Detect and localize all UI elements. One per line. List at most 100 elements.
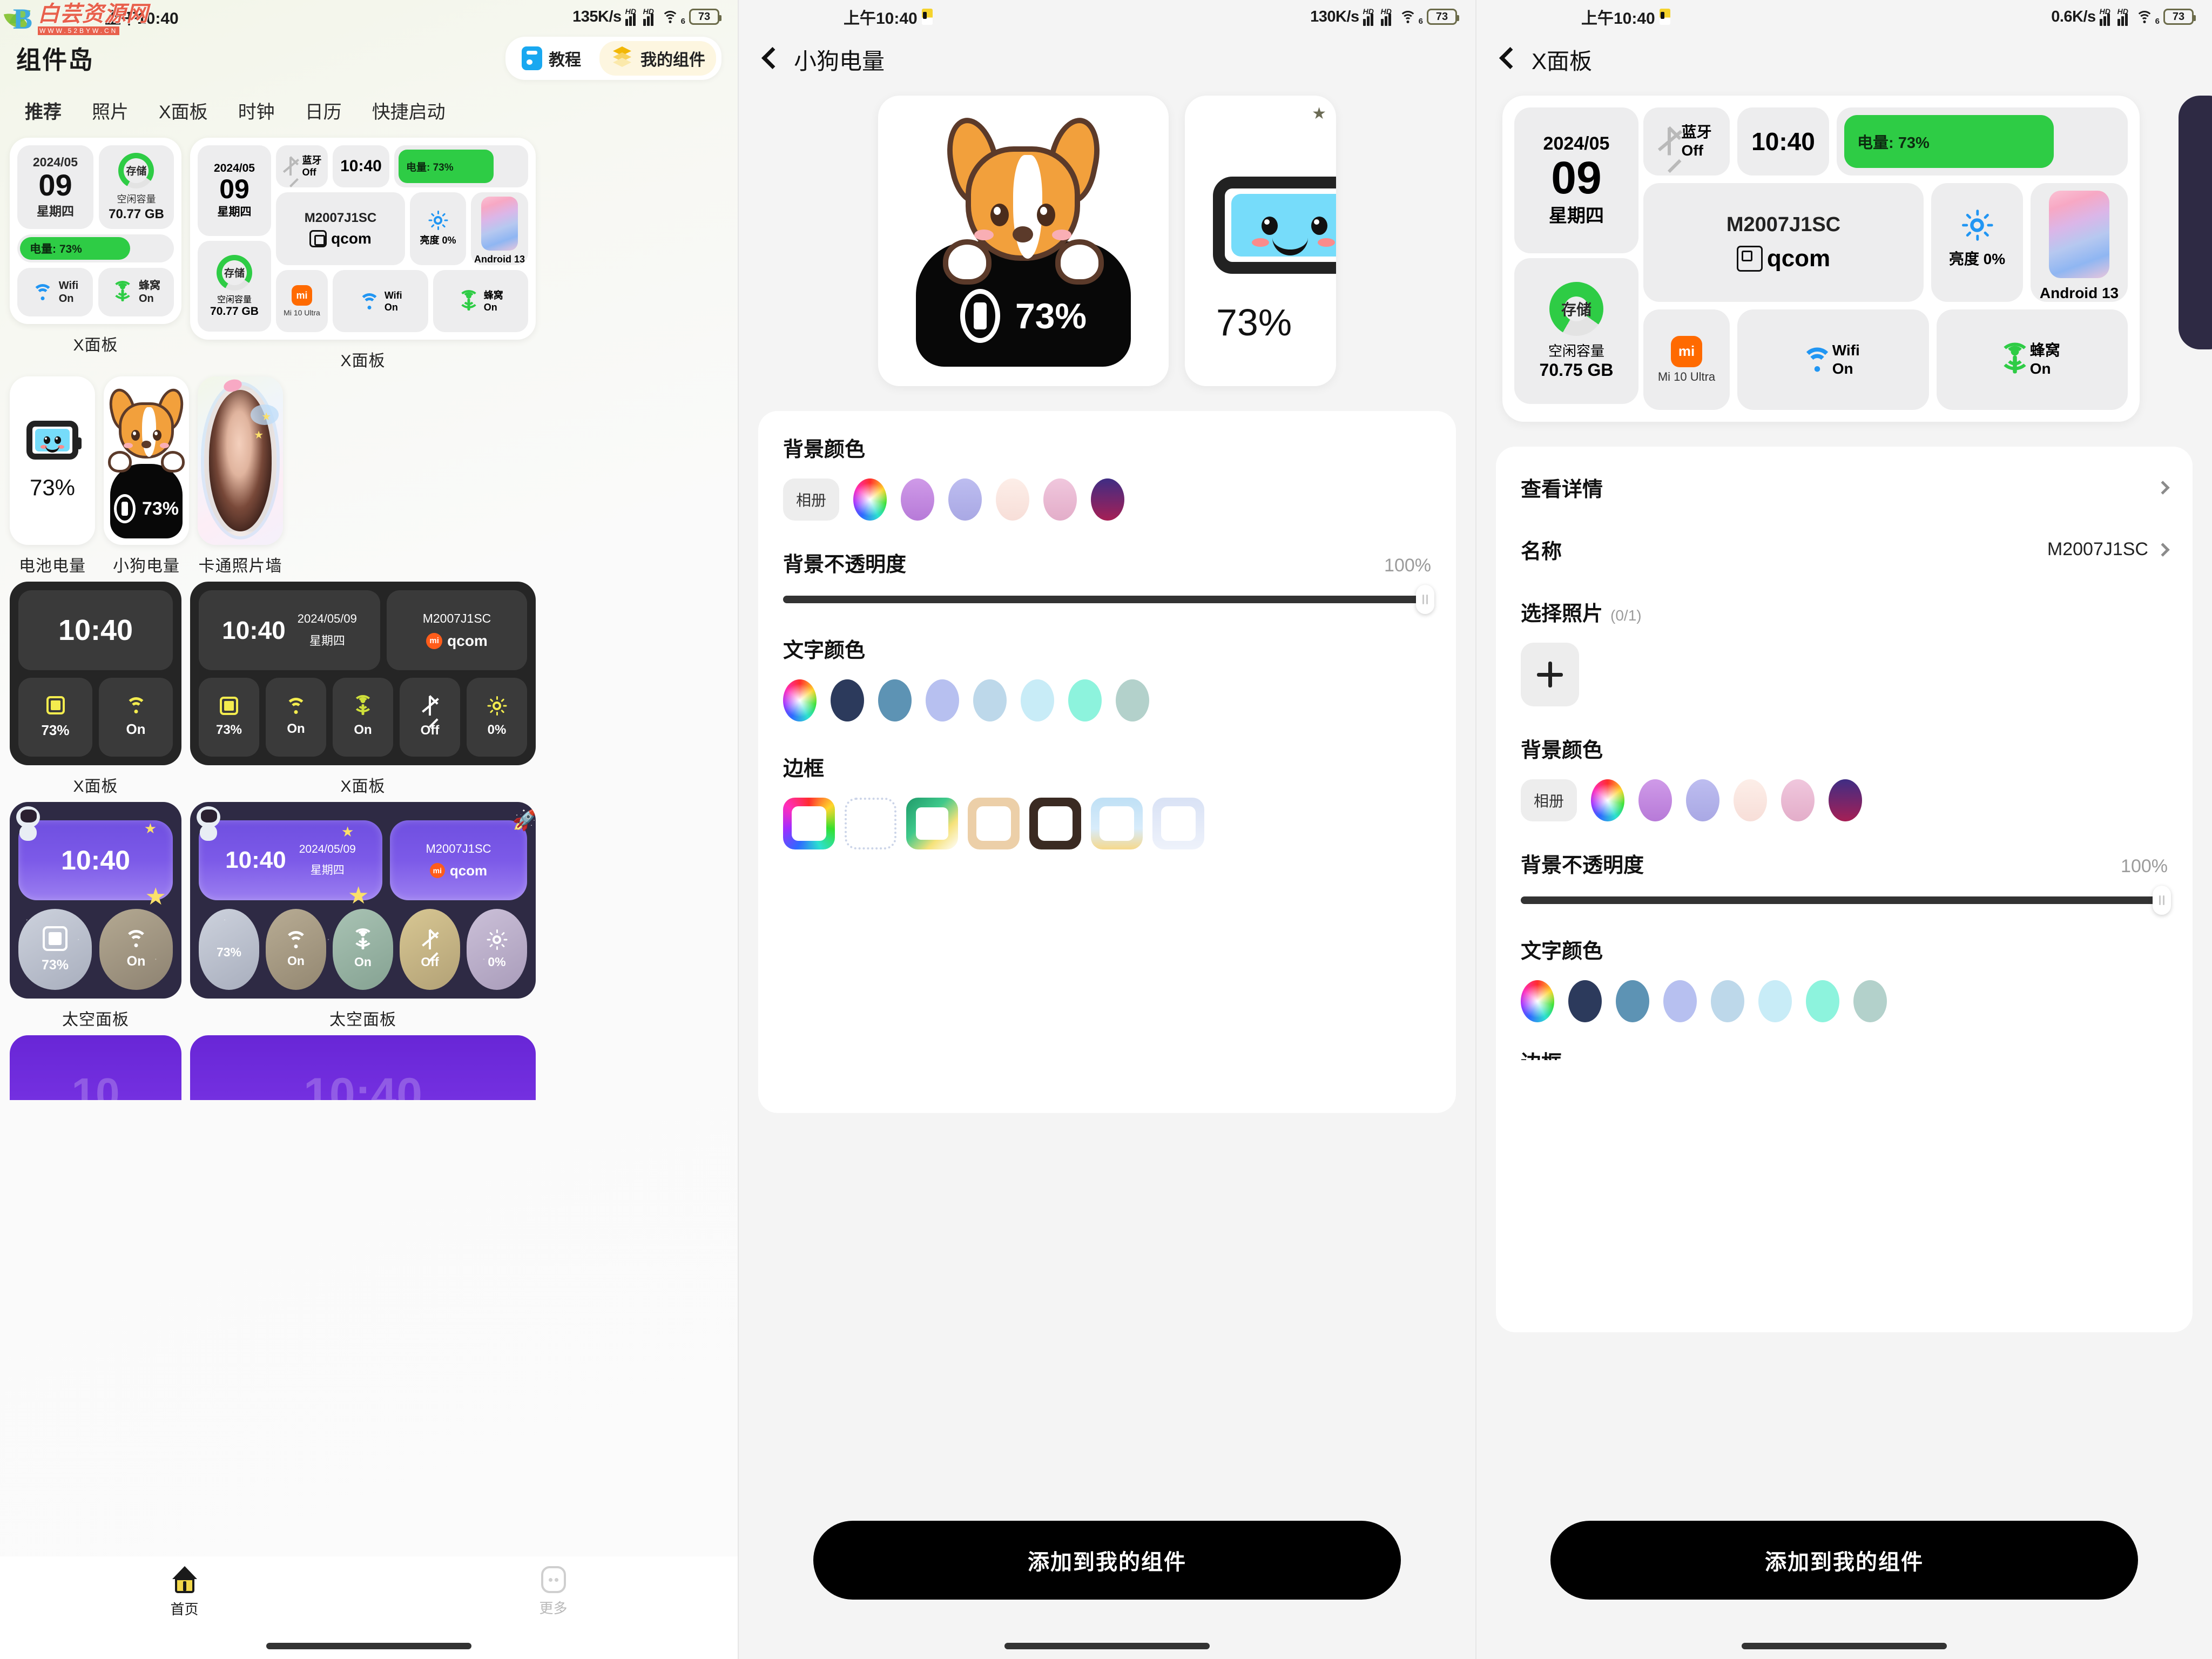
border-option[interactable] [1091, 798, 1143, 849]
color-swatch[interactable] [996, 478, 1029, 521]
color-swatch[interactable] [878, 679, 912, 721]
color-swatch[interactable] [1806, 980, 1839, 1022]
section-title-border: 边框 [783, 758, 825, 780]
name-row[interactable]: 名称 M2007J1SC [1521, 530, 2170, 569]
color-swatch[interactable] [926, 679, 959, 721]
date-day: 09 [38, 168, 72, 202]
widget-card-partial-b[interactable]: 10:40 [190, 1035, 536, 1100]
border-option[interactable] [845, 798, 896, 849]
border-option[interactable] [1152, 798, 1204, 849]
preview-battery-widget[interactable]: ★ 73% [1185, 96, 1336, 386]
color-wheel-swatch[interactable] [783, 679, 817, 721]
slider-knob[interactable] [2153, 886, 2171, 915]
device-chip-tile: M2007J1SC qcom [276, 192, 405, 265]
storage-ring-label: 存储 [126, 166, 147, 177]
color-swatch[interactable] [973, 679, 1007, 721]
back-icon[interactable] [760, 45, 779, 75]
preview-space-widget-peek[interactable] [2179, 96, 2212, 349]
color-swatch[interactable] [1638, 779, 1672, 821]
border-option[interactable] [968, 798, 1020, 849]
bluetooth-label: 蓝牙 [1681, 124, 1712, 140]
color-swatch[interactable] [1686, 779, 1719, 821]
widget-label: 电池电量 [19, 557, 86, 575]
border-option[interactable] [1029, 798, 1081, 849]
preview-xpanel-widget[interactable]: 2024/05 09 星期四 存储 空闲容量 70.75 GB 蓝牙 Off 1… [1502, 96, 2140, 422]
date-value: 2024/05/09 [299, 843, 356, 855]
color-swatch[interactable] [1853, 980, 1887, 1022]
widget-card-space-wide[interactable]: 10:40 2024/05/09 星期四 M2007J1SC mi qcom ★… [190, 802, 536, 1030]
opacity-sl2ider[interactable] [783, 585, 1434, 614]
screen-dog-battery-detail: 上午10:40 130K/s HD HD 6 73 小狗电量 73% ★ 73%… [738, 0, 1475, 1659]
widget-label: X面板 [73, 778, 118, 795]
color-swatch[interactable] [1043, 478, 1077, 521]
color-swatch[interactable] [948, 478, 982, 521]
color-swatch[interactable] [1829, 779, 1862, 821]
widget-card-xpanel-small[interactable]: 2024/05 09 星期四 存储 空闲容量 70.77 GB 电量: 73% … [10, 138, 181, 355]
widget-card-battery[interactable]: 73% 电池电量 [10, 376, 95, 576]
add-photo-button[interactable] [1521, 643, 1579, 706]
color-swatch[interactable] [1781, 779, 1815, 821]
album-picker-button[interactable]: 相册 [783, 478, 839, 521]
color-swatch[interactable] [1568, 980, 1602, 1022]
my-widgets-button[interactable]: 我的组件 [599, 41, 716, 76]
tutorial-button[interactable]: 教程 [511, 41, 592, 76]
status-bar-2: 上午10:40 130K/s HD HD 6 73 [739, 0, 1475, 33]
add-to-my-widgets-button[interactable]: 添加到我的组件 [813, 1521, 1401, 1600]
preview-carousel: 2024/05 09 星期四 存储 空闲容量 70.75 GB 蓝牙 Off 1… [1476, 76, 2212, 422]
color-swatch[interactable] [1758, 980, 1792, 1022]
album-picker-button[interactable]: 相册 [1521, 779, 1577, 821]
border-option[interactable] [783, 798, 835, 849]
preview-dog-widget[interactable]: 73% [878, 96, 1169, 386]
color-swatch[interactable] [1711, 980, 1744, 1022]
battery-level: 73 [698, 10, 711, 23]
tab-calendar[interactable]: 日历 [290, 94, 357, 127]
storage-tile: 存储 空闲容量 70.75 GB [1514, 258, 1638, 404]
color-swatch[interactable] [901, 478, 934, 521]
widget-card-dark-small[interactable]: 10:40 73% On X面板 [10, 582, 181, 797]
back-icon[interactable] [1498, 45, 1516, 75]
opacity-slider[interactable] [1521, 886, 2171, 915]
photo-picker-label: 选择照片 [1521, 603, 1603, 625]
color-wheel-swatch[interactable] [1521, 980, 1554, 1022]
widget-card-photo-wall[interactable]: ★ ★ 卡通照片墙 [198, 376, 283, 576]
tab-quicklaunch[interactable]: 快捷启动 [357, 94, 461, 127]
color-wheel-swatch[interactable] [1591, 779, 1624, 821]
color-swatch[interactable] [1663, 980, 1697, 1022]
widget-card-dark-wide[interactable]: 10:40 2024/05/09 星期四 M2007J1SC mi qcom 7… [190, 582, 536, 797]
tab-photos[interactable]: 照片 [77, 94, 144, 127]
widget-card-dog[interactable]: 73% 小狗电量 [104, 376, 189, 576]
gesture-bar[interactable] [266, 1643, 471, 1649]
brightness-icon [1962, 210, 1993, 241]
color-swatch[interactable] [1116, 679, 1149, 721]
bluetooth-label: 蓝牙 [302, 155, 322, 166]
view-details-row[interactable]: 查看详情 [1521, 468, 2170, 507]
gesture-bar[interactable] [1742, 1643, 1947, 1649]
battery-tile: 73% [199, 909, 259, 990]
color-swatch[interactable] [1616, 980, 1649, 1022]
color-swatch[interactable] [1068, 679, 1102, 721]
color-swatch[interactable] [1021, 679, 1054, 721]
widget-row-4: 10:40 ★ ★ 73% On 太空面板 10:40 2024/05/09 星… [10, 802, 728, 1030]
tab-calendar-label: 日历 [305, 102, 342, 123]
widget-card-xpanel-wide[interactable]: 2024/05 09 星期四 存储 空闲容量 70.77 GB 蓝牙 Off 1… [190, 138, 536, 371]
widget-card-space-small[interactable]: 10:40 ★ ★ 73% On 太空面板 [10, 802, 181, 1030]
border-option[interactable] [906, 798, 958, 849]
widget-card-partial-a[interactable]: 10 [10, 1035, 181, 1100]
color-wheel-swatch[interactable] [853, 478, 887, 521]
tab-recommended[interactable]: 推荐 [10, 94, 77, 127]
tab-xpanel[interactable]: X面板 [144, 94, 223, 127]
color-swatch[interactable] [831, 679, 864, 721]
storage-ring-icon: 存储 [118, 152, 154, 188]
color-swatch[interactable] [1091, 478, 1124, 521]
add-to-my-widgets-button[interactable]: 添加到我的组件 [1550, 1521, 2138, 1600]
gesture-bar[interactable] [1004, 1643, 1210, 1649]
wifi-tile: On [266, 678, 326, 757]
tab-clock-label: 时钟 [238, 102, 275, 123]
site-watermark: B 白芸资源网 WWW.52BYW.CN [3, 2, 150, 36]
color-swatch[interactable] [1734, 779, 1767, 821]
slider-knob[interactable] [1416, 585, 1434, 614]
widget-label: X面板 [73, 336, 118, 354]
tab-clock[interactable]: 时钟 [223, 94, 290, 127]
device-name: Mi 10 Ultra [284, 308, 320, 317]
wifi-icon [1801, 347, 1833, 372]
